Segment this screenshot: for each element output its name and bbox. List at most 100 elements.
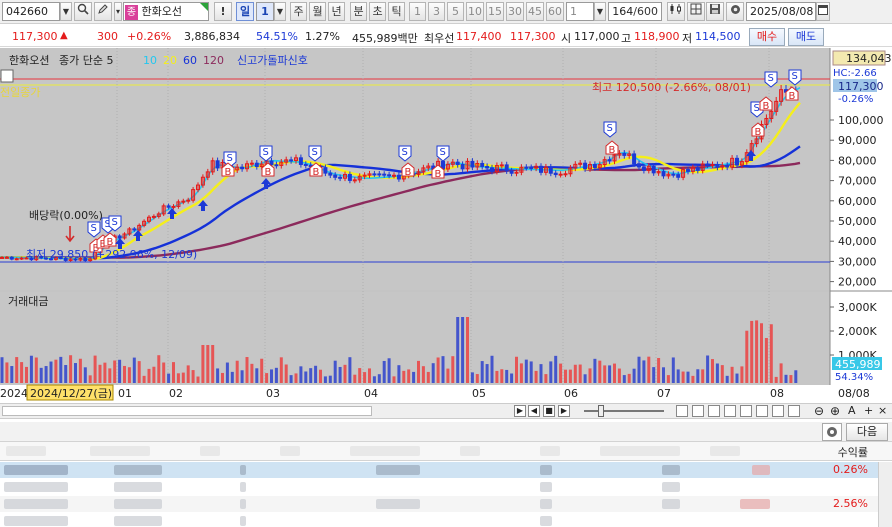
zoom-slider[interactable] [584,410,664,412]
svg-text:B: B [313,167,320,178]
sell-button[interactable]: 매도 [788,28,824,46]
volume: 3,886,834 [184,30,240,43]
volume-bar [426,371,430,383]
save-icon[interactable] [706,2,724,21]
volume-bar [348,357,352,383]
volume-bar [245,357,249,383]
step-back-icon[interactable]: ◀ [528,405,540,417]
volume-bar [353,374,357,383]
stock-name-field[interactable]: 종 한화오선 [123,2,209,21]
tool-text-icon[interactable] [756,405,768,417]
next-button[interactable]: 다음 [846,423,888,441]
tool-rect-icon[interactable] [676,405,688,417]
date-input[interactable]: 2025/08/08 [746,2,816,21]
interval-15-button[interactable]: 15 [486,2,504,21]
add-icon[interactable]: + [864,404,873,417]
stock-code-input[interactable]: 042660 [2,2,60,21]
volume-bar [593,358,597,383]
fast-forward-icon[interactable]: ▶ [558,405,570,417]
interval-input[interactable]: 1 [566,2,594,21]
zoom-out-icon[interactable]: ⊖ [814,404,824,418]
volume-bar [666,375,670,383]
volume-bar [74,363,77,383]
tool-measure-icon[interactable] [788,405,800,417]
code-dropdown-icon[interactable]: ▼ [60,2,72,21]
table-scrollbar[interactable] [878,462,892,527]
edit-icon[interactable] [94,2,112,21]
candle-body [470,160,475,168]
volume-bar [235,360,239,383]
legend-ma60: 60 [183,54,197,67]
search-icon[interactable] [74,2,92,21]
volume-bar [284,364,288,383]
tool-pen-icon[interactable] [772,405,784,417]
remove-icon[interactable]: × [878,404,887,417]
bar-count-input[interactable]: 164/600 [608,2,662,21]
gear-icon[interactable] [726,2,744,21]
candle-body [274,164,279,167]
month-label: 07 [657,387,671,400]
table-row[interactable] [0,479,892,495]
calendar-icon[interactable] [816,2,830,21]
interval-5-button[interactable]: 5 [447,2,464,21]
interval-3-button[interactable]: 3 [428,2,445,21]
volume-bar [544,374,548,383]
font-large-icon[interactable]: A [848,404,856,417]
grid-icon[interactable] [687,2,705,21]
candle-body [524,166,529,169]
volume-bar [299,366,303,383]
toolbar-dropdown-icon[interactable]: ▾ [114,2,122,21]
period-second-tab[interactable]: 초 [369,2,386,21]
svg-text:S: S [440,147,446,158]
volume-bar [34,357,38,383]
period-minute-tab[interactable]: 분 [350,2,367,21]
period-year-tab[interactable]: 년 [328,2,345,21]
price-chart[interactable]: 100,000 90,000 80,000 70,000 60,000 50,000 40,… [0,48,892,403]
interval-30-button[interactable]: 30 [506,2,524,21]
scroll-right-icon[interactable]: ▶ [514,405,526,417]
price-tick-label: 60,000 [838,195,877,208]
volume-bar [39,367,43,383]
candle-body [480,162,485,167]
volume-bar [5,362,9,383]
period-count-input[interactable]: 1 [256,2,274,21]
chart-scrollbar[interactable] [2,406,372,416]
x-axis-bg [0,385,892,403]
volume-bar [0,357,4,383]
chart-type-icon[interactable] [667,2,685,21]
period-day-tab[interactable]: 일 [236,2,254,21]
volume-bar [534,370,538,383]
tool-window-icon[interactable] [692,405,704,417]
volume-bar [250,363,254,383]
period-tick-tab[interactable]: 틱 [388,2,405,21]
tool-line-icon[interactable] [724,405,736,417]
alert-button[interactable]: ! [214,2,232,21]
tool-crosshair-icon[interactable] [708,405,720,417]
interval-10-button[interactable]: 10 [466,2,484,21]
interval-60-button[interactable]: 60 [546,2,564,21]
interval-1-button[interactable]: 1 [409,2,426,21]
table-row[interactable]: 2.56% [0,496,892,512]
volume-tick-label: 2,000K [838,325,877,338]
buy-button[interactable]: 매수 [749,28,785,46]
volume-bar [323,376,327,383]
period-week-tab[interactable]: 주 [290,2,307,21]
candle-body [725,164,730,168]
volume-bar [172,362,175,383]
interval-45-button[interactable]: 45 [526,2,544,21]
period-count-dropdown-icon[interactable]: ▼ [274,2,286,21]
interval-dropdown-icon[interactable]: ▼ [594,2,606,21]
panel-grid-icon[interactable] [0,69,14,83]
period-month-tab[interactable]: 월 [309,2,326,21]
table-gear-icon[interactable] [822,423,842,441]
table-row[interactable] [0,513,892,527]
up-arrow-icon: ▲ [60,30,68,41]
zoom-in-icon[interactable]: ⊕ [830,404,840,418]
volume-bar [162,362,166,383]
volume-bar [671,357,675,383]
zoom-slider-handle[interactable] [598,405,604,417]
volume-bar [652,367,656,383]
stop-icon[interactable]: ■ [543,405,555,417]
table-row[interactable]: 0.26% [0,462,892,478]
tool-arrow-icon[interactable] [740,405,752,417]
